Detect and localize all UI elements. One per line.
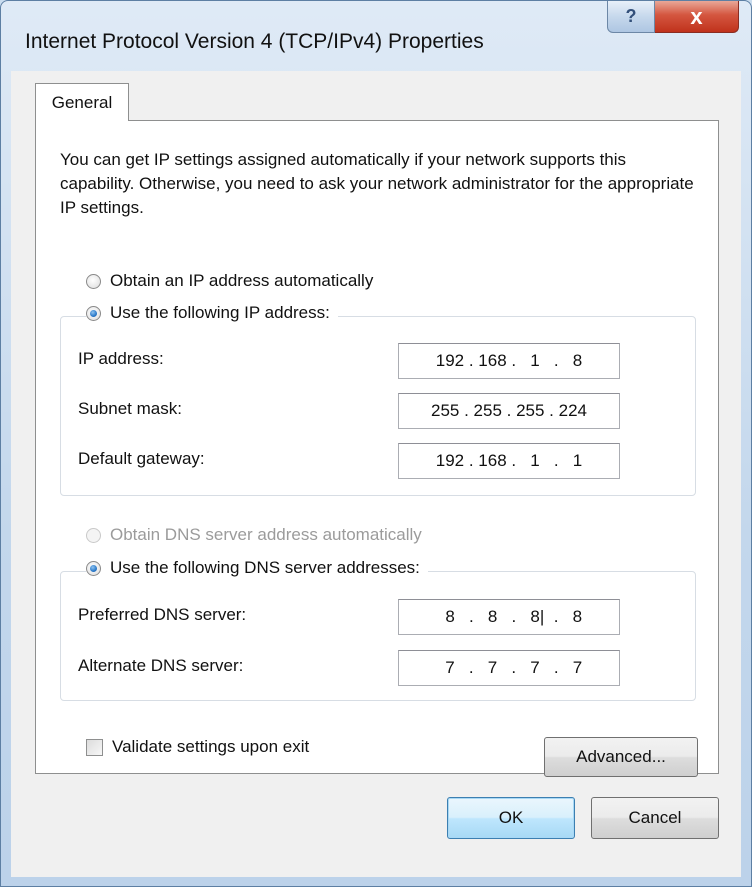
default-gateway-input[interactable]: 192 . 168 . 1 . 1 bbox=[398, 443, 620, 479]
title-buttons: ? x bbox=[607, 1, 739, 35]
alternate-dns-label: Alternate DNS server: bbox=[78, 656, 244, 675]
close-icon: x bbox=[690, 3, 703, 29]
preferred-dns-input[interactable]: 8 . 8 . 8| . 8 bbox=[398, 599, 620, 635]
radio-checked-icon bbox=[86, 305, 101, 321]
ip-address-label: IP address: bbox=[78, 349, 164, 368]
radio-checked-icon bbox=[86, 560, 101, 576]
subnet-mask-label: Subnet mask: bbox=[78, 399, 182, 418]
radio-disabled-icon bbox=[86, 527, 101, 543]
general-tab-panel: You can get IP settings assigned automat… bbox=[35, 120, 719, 777]
radio-unchecked-icon bbox=[86, 273, 101, 289]
default-gateway-label: Default gateway: bbox=[78, 449, 205, 468]
subnet-mask-input[interactable]: 255 . 255 . 255 . 224 bbox=[398, 393, 620, 429]
validate-settings-checkbox[interactable]: Validate settings upon exit bbox=[86, 737, 309, 757]
obtain-ip-auto-label: Obtain an IP address automatically bbox=[110, 271, 374, 290]
intro-text: You can get IP settings assigned automat… bbox=[60, 150, 694, 217]
close-button[interactable]: x bbox=[655, 1, 739, 33]
tab-general-label: General bbox=[51, 92, 113, 112]
validate-settings-label: Validate settings upon exit bbox=[112, 737, 310, 756]
checkbox-unchecked-icon bbox=[86, 738, 103, 756]
advanced-button[interactable]: Advanced... bbox=[544, 737, 698, 777]
obtain-dns-auto-label: Obtain DNS server address automatically bbox=[110, 525, 422, 544]
obtain-ip-auto-radio[interactable]: Obtain an IP address automatically bbox=[86, 271, 373, 291]
window-title: Internet Protocol Version 4 (TCP/IPv4) P… bbox=[25, 30, 484, 53]
help-icon: ? bbox=[625, 6, 637, 26]
dialog-client-area: General You can get IP settings assigned… bbox=[11, 71, 741, 877]
properties-dialog: Internet Protocol Version 4 (TCP/IPv4) P… bbox=[0, 0, 752, 887]
cancel-button-label: Cancel bbox=[628, 808, 682, 827]
obtain-dns-auto-radio: Obtain DNS server address automatically bbox=[86, 525, 422, 545]
use-following-ip-radio[interactable]: Use the following IP address: bbox=[86, 303, 338, 323]
tab-general[interactable]: General bbox=[35, 83, 129, 121]
title-bar[interactable]: Internet Protocol Version 4 (TCP/IPv4) P… bbox=[1, 1, 751, 71]
ip-address-input[interactable]: 192 . 168 . 1 . 8 bbox=[398, 343, 620, 379]
use-following-ip-label: Use the following IP address: bbox=[110, 303, 330, 322]
alternate-dns-input[interactable]: 7 . 7 . 7 . 7 bbox=[398, 650, 620, 686]
help-button[interactable]: ? bbox=[607, 1, 655, 33]
advanced-button-label: Advanced... bbox=[576, 747, 666, 766]
ok-button[interactable]: OK bbox=[447, 797, 575, 839]
preferred-dns-label: Preferred DNS server: bbox=[78, 605, 247, 624]
ok-button-label: OK bbox=[498, 808, 524, 827]
cancel-button[interactable]: Cancel bbox=[591, 797, 719, 839]
use-following-dns-radio[interactable]: Use the following DNS server addresses: bbox=[86, 558, 428, 578]
use-following-dns-label: Use the following DNS server addresses: bbox=[110, 558, 420, 577]
